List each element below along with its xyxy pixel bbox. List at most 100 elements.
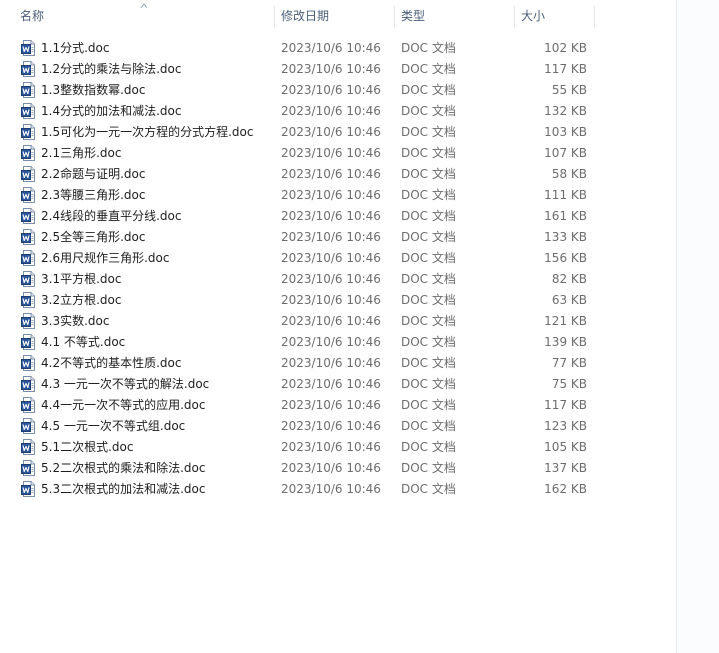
file-row[interactable]: 2.2命题与证明.doc 2023/10/6 10:46 DOC 文档 58 KB xyxy=(0,164,676,185)
file-row[interactable]: 1.4分式的加法和减法.doc 2023/10/6 10:46 DOC 文档 132 … xyxy=(0,101,676,122)
file-size: 123 KB xyxy=(544,419,587,433)
file-row[interactable]: 1.2分式的乘法与除法.doc 2023/10/6 10:46 DOC 文档 117 … xyxy=(0,59,676,80)
word-document-icon xyxy=(21,103,36,119)
file-type: DOC 文档 xyxy=(401,293,456,307)
file-name: 1.4分式的加法和减法.doc xyxy=(41,104,182,118)
file-row[interactable]: 3.3实数.doc 2023/10/6 10:46 DOC 文档 121 KB xyxy=(0,311,676,332)
column-header-type-label: 类型 xyxy=(401,9,426,23)
file-modified-date: 2023/10/6 10:46 xyxy=(281,167,381,181)
file-row[interactable]: 4.3 一元一次不等式的解法.doc 2023/10/6 10:46 DOC 文档 7… xyxy=(0,374,676,395)
file-size: 132 KB xyxy=(544,104,587,118)
file-modified-date: 2023/10/6 10:46 xyxy=(281,356,381,370)
word-document-icon xyxy=(21,418,36,434)
file-type: DOC 文档 xyxy=(401,419,456,433)
file-type: DOC 文档 xyxy=(401,167,456,181)
word-document-icon xyxy=(21,313,36,329)
word-document-icon xyxy=(21,166,36,182)
word-document-icon xyxy=(21,481,36,497)
file-modified-date: 2023/10/6 10:46 xyxy=(281,62,381,76)
file-row[interactable]: 2.1三角形.doc 2023/10/6 10:46 DOC 文档 107 KB xyxy=(0,143,676,164)
column-header-date-label: 修改日期 xyxy=(281,9,330,23)
file-row[interactable]: 4.2不等式的基本性质.doc 2023/10/6 10:46 DOC 文档 77 K… xyxy=(0,353,676,374)
file-size: 82 KB xyxy=(551,272,587,286)
file-type: DOC 文档 xyxy=(401,440,456,454)
file-modified-date: 2023/10/6 10:46 xyxy=(281,482,381,496)
file-row[interactable]: 3.2立方根.doc 2023/10/6 10:46 DOC 文档 63 KB xyxy=(0,290,676,311)
file-modified-date: 2023/10/6 10:46 xyxy=(281,398,381,412)
file-row[interactable]: 1.1分式.doc 2023/10/6 10:46 DOC 文档 102 KB xyxy=(0,38,676,59)
file-size: 121 KB xyxy=(544,314,587,328)
file-modified-date: 2023/10/6 10:46 xyxy=(281,104,381,118)
file-type: DOC 文档 xyxy=(401,188,456,202)
file-type: DOC 文档 xyxy=(401,125,456,139)
file-name: 3.3实数.doc xyxy=(41,314,110,328)
file-type: DOC 文档 xyxy=(401,398,456,412)
word-document-icon xyxy=(21,334,36,350)
word-document-icon xyxy=(21,355,36,371)
word-document-icon xyxy=(21,145,36,161)
file-size: 105 KB xyxy=(544,440,587,454)
file-row[interactable]: 5.1二次根式.doc 2023/10/6 10:46 DOC 文档 105 KB xyxy=(0,437,676,458)
file-name: 2.2命题与证明.doc xyxy=(41,167,146,181)
column-header-date[interactable]: 修改日期 xyxy=(275,0,394,33)
file-type: DOC 文档 xyxy=(401,377,456,391)
file-list: 1.1分式.doc 2023/10/6 10:46 DOC 文档 102 KB 1.2分… xyxy=(0,38,676,500)
file-name: 3.1平方根.doc xyxy=(41,272,122,286)
file-name: 4.1 不等式.doc xyxy=(41,335,126,349)
word-document-icon xyxy=(21,208,36,224)
file-modified-date: 2023/10/6 10:46 xyxy=(281,251,381,265)
file-size: 55 KB xyxy=(551,83,587,97)
file-modified-date: 2023/10/6 10:46 xyxy=(281,377,381,391)
file-type: DOC 文档 xyxy=(401,62,456,76)
file-size: 107 KB xyxy=(544,146,587,160)
file-row[interactable]: 1.5可化为一元一次方程的分式方程.doc 2023/10/6 10:46 DOC … xyxy=(0,122,676,143)
file-modified-date: 2023/10/6 10:46 xyxy=(281,293,381,307)
file-row[interactable]: 4.1 不等式.doc 2023/10/6 10:46 DOC 文档 139 KB xyxy=(0,332,676,353)
file-size: 111 KB xyxy=(544,188,587,202)
file-row[interactable]: 1.3整数指数幂.doc 2023/10/6 10:46 DOC 文档 55 KB xyxy=(0,80,676,101)
file-row[interactable]: 5.3二次根式的加法和减法.doc 2023/10/6 10:46 DOC 文档 16… xyxy=(0,479,676,500)
file-modified-date: 2023/10/6 10:46 xyxy=(281,440,381,454)
file-type: DOC 文档 xyxy=(401,251,456,265)
word-document-icon xyxy=(21,460,36,476)
file-name: 1.5可化为一元一次方程的分式方程.doc xyxy=(41,125,254,139)
file-type: DOC 文档 xyxy=(401,461,456,475)
word-document-icon xyxy=(21,250,36,266)
file-row[interactable]: 2.3等腰三角形.doc 2023/10/6 10:46 DOC 文档 111 KB xyxy=(0,185,676,206)
word-document-icon xyxy=(21,229,36,245)
file-row[interactable]: 2.4线段的垂直平分线.doc 2023/10/6 10:46 DOC 文档 161 … xyxy=(0,206,676,227)
column-divider[interactable] xyxy=(594,6,595,28)
file-size: 77 KB xyxy=(551,356,587,370)
file-type: DOC 文档 xyxy=(401,41,456,55)
file-row[interactable]: 2.5全等三角形.doc 2023/10/6 10:46 DOC 文档 133 KB xyxy=(0,227,676,248)
file-row[interactable]: 5.2二次根式的乘法和除法.doc 2023/10/6 10:46 DOC 文档 13… xyxy=(0,458,676,479)
column-header-size[interactable]: 大小 xyxy=(515,0,594,33)
file-name: 1.2分式的乘法与除法.doc xyxy=(41,62,182,76)
word-document-icon xyxy=(21,61,36,77)
file-size: 117 KB xyxy=(544,398,587,412)
file-type: DOC 文档 xyxy=(401,83,456,97)
file-name: 2.5全等三角形.doc xyxy=(41,230,146,244)
file-row[interactable]: 4.5 一元一次不等式组.doc 2023/10/6 10:46 DOC 文档 123… xyxy=(0,416,676,437)
file-modified-date: 2023/10/6 10:46 xyxy=(281,188,381,202)
file-modified-date: 2023/10/6 10:46 xyxy=(281,419,381,433)
file-row[interactable]: 3.1平方根.doc 2023/10/6 10:46 DOC 文档 82 KB xyxy=(0,269,676,290)
column-header-name[interactable]: 名称 xyxy=(0,0,274,33)
file-size: 103 KB xyxy=(544,125,587,139)
column-header-type[interactable]: 类型 xyxy=(395,0,514,33)
side-pane xyxy=(677,0,719,653)
file-modified-date: 2023/10/6 10:46 xyxy=(281,314,381,328)
file-row[interactable]: 4.4一元一次不等式的应用.doc 2023/10/6 10:46 DOC 文档 11… xyxy=(0,395,676,416)
file-row[interactable]: 2.6用尺规作三角形.doc 2023/10/6 10:46 DOC 文档 156 K… xyxy=(0,248,676,269)
word-document-icon xyxy=(21,82,36,98)
file-modified-date: 2023/10/6 10:46 xyxy=(281,209,381,223)
file-modified-date: 2023/10/6 10:46 xyxy=(281,272,381,286)
file-size: 156 KB xyxy=(544,251,587,265)
file-size: 75 KB xyxy=(551,377,587,391)
word-document-icon xyxy=(21,187,36,203)
file-type: DOC 文档 xyxy=(401,272,456,286)
file-type: DOC 文档 xyxy=(401,146,456,160)
file-size: 117 KB xyxy=(544,62,587,76)
word-document-icon xyxy=(21,271,36,287)
file-size: 133 KB xyxy=(544,230,587,244)
